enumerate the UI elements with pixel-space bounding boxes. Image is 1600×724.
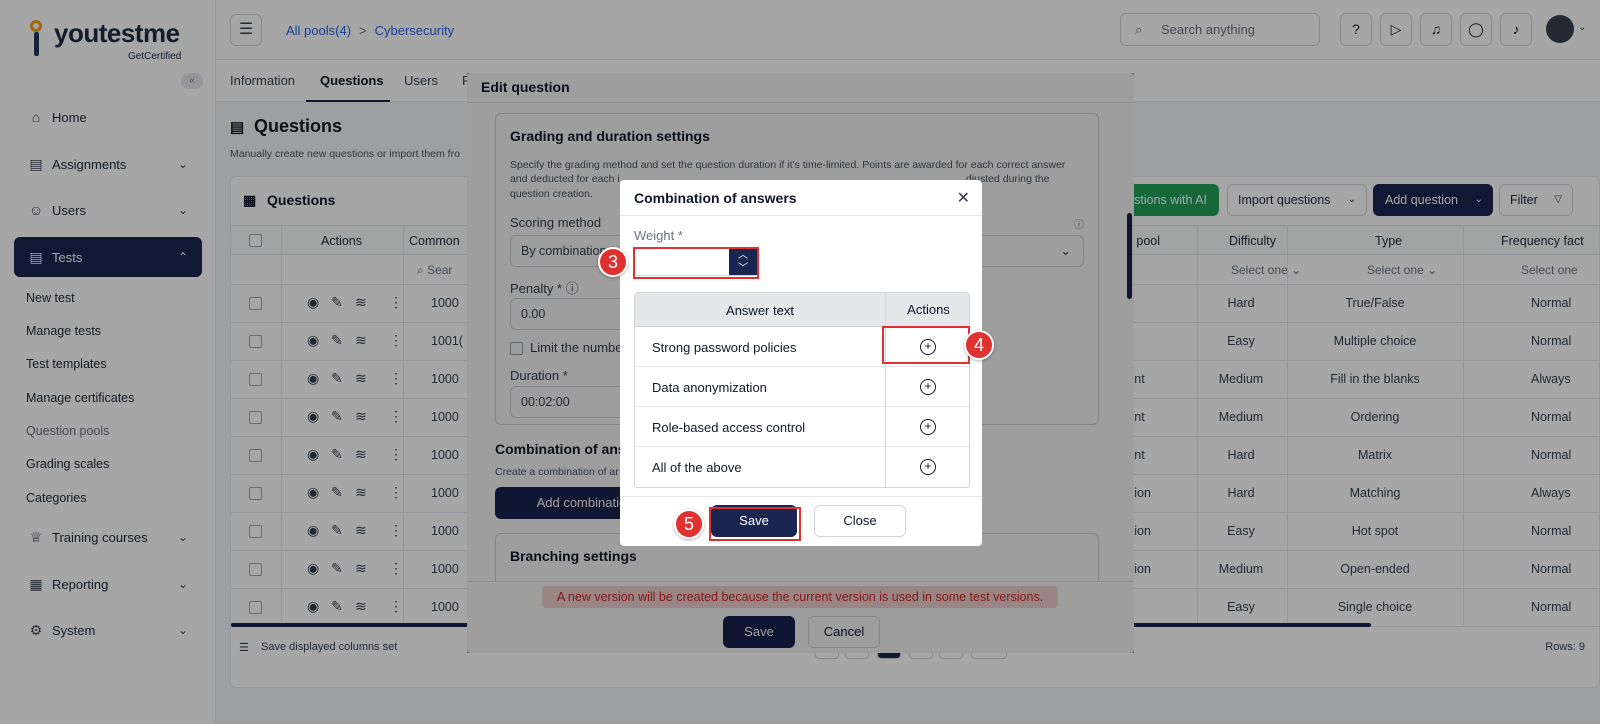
step-badge-4: 4 xyxy=(964,330,994,360)
step-badge-5: 5 xyxy=(674,509,704,539)
close-icon[interactable]: ✕ xyxy=(957,188,970,208)
highlight-save xyxy=(709,507,801,541)
answer-text: Role-based access control xyxy=(652,420,806,435)
answer-text: Data anonymization xyxy=(652,380,767,395)
combination-close-button[interactable]: Close xyxy=(814,505,906,537)
step-badge-3: 3 xyxy=(598,247,628,277)
answer-row: Role-based access control + xyxy=(635,407,969,447)
answer-text: Strong password policies xyxy=(652,340,797,355)
answer-row: Data anonymization + xyxy=(635,367,969,407)
highlight-add-answer xyxy=(882,326,970,364)
answer-text: All of the above xyxy=(652,460,742,475)
combination-modal-header: Combination of answers ✕ xyxy=(620,180,982,216)
weight-label: Weight * xyxy=(634,228,683,243)
add-circle-icon[interactable]: + xyxy=(920,459,936,475)
answer-row: All of the above + xyxy=(635,447,969,487)
add-circle-icon[interactable]: + xyxy=(920,419,936,435)
add-circle-icon[interactable]: + xyxy=(920,379,936,395)
column-header-actions: Actions xyxy=(885,293,969,327)
answers-table: Answer text Actions Strong password poli… xyxy=(634,292,970,488)
answers-table-header: Answer text Actions xyxy=(635,293,969,327)
highlight-weight xyxy=(633,247,759,279)
column-header-answer-text: Answer text xyxy=(726,303,794,318)
combination-modal-title: Combination of answers xyxy=(634,190,797,206)
